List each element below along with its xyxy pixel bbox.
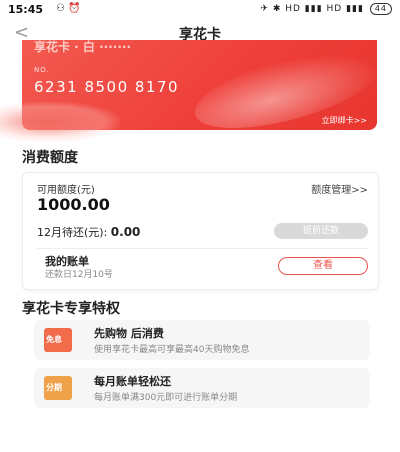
divider (37, 248, 368, 249)
signal-icons: ✈ ✱ HD ▮▮▮ HD ▮▮▮ (260, 4, 364, 14)
due-value: 0.00 (110, 225, 141, 239)
available-quota-label: 可用额度(元) (37, 185, 95, 196)
quota-section-title: 消费额度 (22, 150, 78, 166)
installment-icon: 分期 (44, 376, 72, 400)
quota-card: 可用额度(元) 额度管理>> 1000.00 12月待还(元): 0.00 提前… (22, 172, 379, 290)
quota-management-link[interactable]: 额度管理>> (311, 181, 368, 196)
perks-section-title: 享花卡专享特权 (22, 301, 120, 317)
view-bill-button[interactable]: 查看 (278, 257, 368, 275)
perk-badge: 免息 (46, 335, 62, 344)
perk-badge: 分期 (46, 383, 62, 392)
notification-icons: ⚇ ⏰ (56, 3, 81, 14)
bind-card-link[interactable]: 立即绑卡>> (322, 115, 367, 126)
status-right-icons: ✈ ✱ HD ▮▮▮ HD ▮▮▮ 44 (260, 3, 392, 15)
early-repay-button[interactable]: 提前还款 (274, 223, 368, 239)
status-time: 15:45 (8, 3, 44, 16)
due-amount: 12月待还(元): 0.00 (37, 224, 140, 240)
perk-item-installment[interactable]: 分期 每月账单轻松还 每月账单满300元即可进行账单分期 (34, 368, 370, 408)
card-brand: 享花卡 · 白 ······· (34, 40, 132, 54)
due-label: 12月待还(元): (37, 226, 108, 239)
card-number: 6231 8500 8170 (34, 78, 180, 96)
interest-free-icon: 免息 (44, 328, 72, 352)
blur-smudge (0, 102, 120, 142)
perk-title: 每月账单轻松还 (94, 375, 171, 388)
bill-due-date: 还款日12月10号 (45, 270, 113, 280)
perk-subtitle: 每月账单满300元即可进行账单分期 (94, 393, 238, 403)
status-bar: 15:45 ⚇ ⏰ ✈ ✱ HD ▮▮▮ HD ▮▮▮ 44 (0, 0, 400, 20)
perk-item-interest-free[interactable]: 免息 先购物 后消费 使用享花卡最高可享最高40天购物免息 (34, 320, 370, 360)
available-quota-amount: 1000.00 (37, 195, 110, 214)
card-number-label: NO. (34, 66, 50, 74)
perk-subtitle: 使用享花卡最高可享最高40天购物免息 (94, 345, 250, 355)
perk-title: 先购物 后消费 (94, 327, 164, 340)
battery-icon: 44 (369, 3, 392, 15)
